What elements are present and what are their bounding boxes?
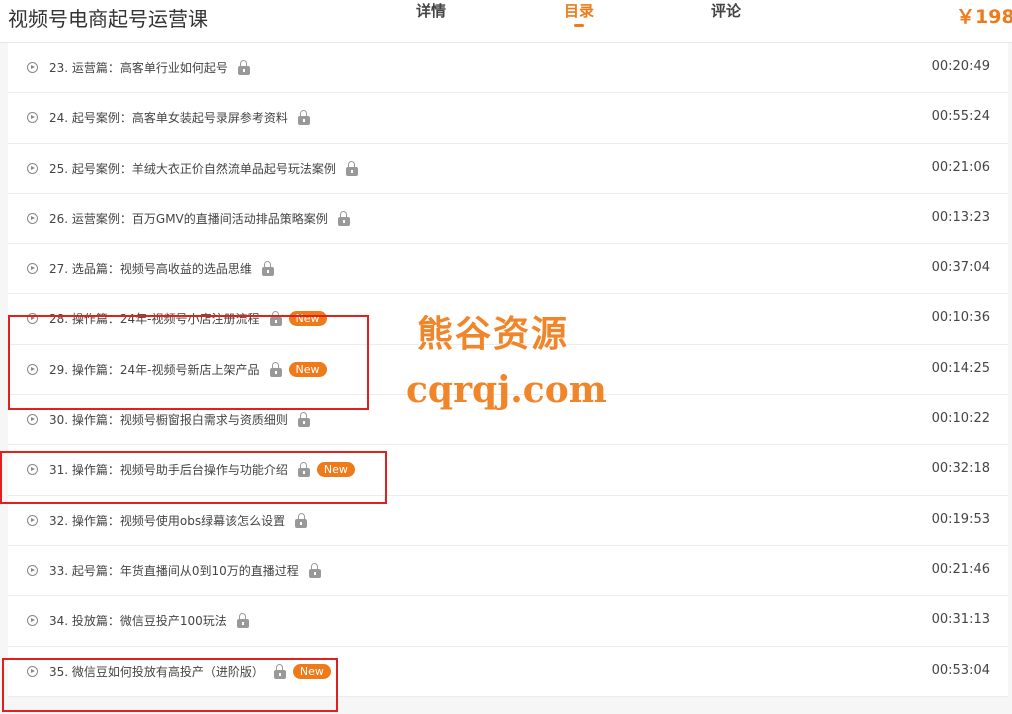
watermark-name: 熊谷资源 <box>417 314 570 355</box>
play-circle-icon <box>27 162 38 174</box>
lesson-row-content: 25. 起号案例：羊绒大衣正价自然流单品起号玩法案例 00:21:06 <box>8 144 1008 193</box>
lesson-title-group: 26. 运营案例：百万GMV的直播间活动排品策略案例 <box>49 210 350 227</box>
lock-icon <box>237 60 250 75</box>
course-price: ￥1980 <box>956 6 1012 28</box>
lesson-duration: 00:31:13 <box>931 612 990 628</box>
play-circle-icon <box>27 414 38 426</box>
play-circle-icon <box>27 514 38 526</box>
tab-details-label: 详情 <box>416 2 447 20</box>
lesson-duration: 00:14:25 <box>931 360 990 376</box>
lesson-title: 32. 操作篇：视频号使用obs绿幕该怎么设置 <box>49 513 286 528</box>
lesson-title: 30. 操作篇：视频号橱窗报白需求与资质细则 <box>49 413 288 428</box>
play-circle-icon <box>27 263 38 275</box>
lesson-title-group: 23. 运营篇：高客单行业如何起号 <box>49 59 250 76</box>
lock-icon <box>297 412 310 428</box>
lesson-duration: 00:10:22 <box>931 411 990 427</box>
lock-icon <box>297 110 310 126</box>
lesson-duration: 00:55:24 <box>931 109 990 125</box>
highlight-box-lesson-31 <box>0 451 387 504</box>
lock-icon <box>236 613 249 629</box>
lesson-row[interactable]: 24. 起号案例：高客单女装起号录屏参考资料 00:55:24 <box>8 93 1008 144</box>
highlight-box-lesson-35 <box>2 658 338 712</box>
lock-icon <box>345 160 358 176</box>
course-title: 视频号电商起号运营课 <box>8 7 208 31</box>
play-circle-icon <box>27 615 38 627</box>
lesson-duration: 00:19:53 <box>931 511 990 527</box>
lesson-row[interactable]: 25. 起号案例：羊绒大衣正价自然流单品起号玩法案例 00:21:06 <box>8 144 1008 194</box>
lesson-title-group: 34. 投放篇：微信豆投产100玩法 <box>49 612 249 629</box>
lock-icon <box>337 210 350 226</box>
lesson-title-group: 32. 操作篇：视频号使用obs绿幕该怎么设置 <box>49 512 308 529</box>
lesson-title-group: 24. 起号案例：高客单女装起号录屏参考资料 <box>49 109 310 126</box>
lesson-title-group: 25. 起号案例：羊绒大衣正价自然流单品起号玩法案例 <box>49 160 358 177</box>
lesson-title-group: 33. 起号篇：年货直播间从0到10万的直播过程 <box>49 562 321 579</box>
lesson-row[interactable]: 23. 运营篇：高客单行业如何起号 00:20:49 <box>8 43 1008 94</box>
lesson-duration: 00:21:46 <box>931 561 990 577</box>
lesson-row[interactable]: 26. 运营案例：百万GMV的直播间活动排品策略案例 00:13:23 <box>8 194 1008 245</box>
lock-icon <box>295 512 308 528</box>
lesson-title: 27. 选品篇：视频号高收益的选品思维 <box>49 262 252 277</box>
lesson-duration: 00:32:18 <box>931 461 990 477</box>
lesson-title-group: 27. 选品篇：视频号高收益的选品思维 <box>49 260 274 277</box>
lock-icon <box>261 261 274 277</box>
tab-catalog-label: 目录 <box>564 2 595 20</box>
highlight-box-lessons-28-29 <box>8 315 369 410</box>
lesson-row-content: 34. 投放篇：微信豆投产100玩法 00:31:13 <box>8 596 1008 645</box>
lesson-duration: 00:20:49 <box>931 59 990 74</box>
lesson-title: 33. 起号篇：年货直播间从0到10万的直播过程 <box>49 563 299 578</box>
lesson-row-content: 27. 选品篇：视频号高收益的选品思维 00:37:04 <box>8 244 1008 293</box>
lesson-title: 23. 运营篇：高客单行业如何起号 <box>49 61 228 75</box>
tab-comments-label: 评论 <box>711 2 742 20</box>
tab-comments[interactable]: 评论 <box>711 0 741 21</box>
course-header: 视频号电商起号运营课 详情 目录 评论 ￥1980 <box>0 0 1012 43</box>
lesson-title-group: 30. 操作篇：视频号橱窗报白需求与资质细则 <box>49 411 310 428</box>
lesson-duration: 00:53:04 <box>931 662 990 678</box>
lock-icon <box>308 562 321 578</box>
lesson-duration: 00:10:36 <box>931 310 990 326</box>
lesson-row-content: 24. 起号案例：高客单女装起号录屏参考资料 00:55:24 <box>8 93 1008 142</box>
lesson-row-content: 23. 运营篇：高客单行业如何起号 00:20:49 <box>8 43 1008 92</box>
lesson-title: 26. 运营案例：百万GMV的直播间活动排品策略案例 <box>49 211 328 226</box>
lesson-row[interactable]: 34. 投放篇：微信豆投产100玩法 00:31:13 <box>8 596 1008 647</box>
lesson-title: 24. 起号案例：高客单女装起号录屏参考资料 <box>49 111 288 126</box>
lesson-title: 34. 投放篇：微信豆投产100玩法 <box>49 614 227 629</box>
play-circle-icon <box>27 112 38 124</box>
lesson-row-content: 26. 运营案例：百万GMV的直播间活动排品策略案例 00:13:23 <box>8 194 1008 243</box>
lesson-duration: 00:37:04 <box>931 260 990 276</box>
lesson-title: 25. 起号案例：羊绒大衣正价自然流单品起号玩法案例 <box>49 161 336 176</box>
lesson-row-content: 33. 起号篇：年货直播间从0到10万的直播过程 00:21:46 <box>8 546 1008 595</box>
play-circle-icon <box>27 62 38 73</box>
lesson-duration: 00:13:23 <box>931 209 990 225</box>
tab-details[interactable]: 详情 <box>416 0 446 21</box>
active-tab-indicator <box>574 24 584 27</box>
play-circle-icon <box>27 564 38 576</box>
lesson-row[interactable]: 27. 选品篇：视频号高收益的选品思维 00:37:04 <box>8 244 1008 295</box>
play-circle-icon <box>27 212 38 224</box>
tab-catalog[interactable]: 目录 <box>564 0 595 27</box>
lesson-duration: 00:21:06 <box>931 159 990 175</box>
watermark-url: cqrqj.com <box>406 369 607 411</box>
lesson-row[interactable]: 33. 起号篇：年货直播间从0到10万的直播过程 00:21:46 <box>8 546 1008 597</box>
